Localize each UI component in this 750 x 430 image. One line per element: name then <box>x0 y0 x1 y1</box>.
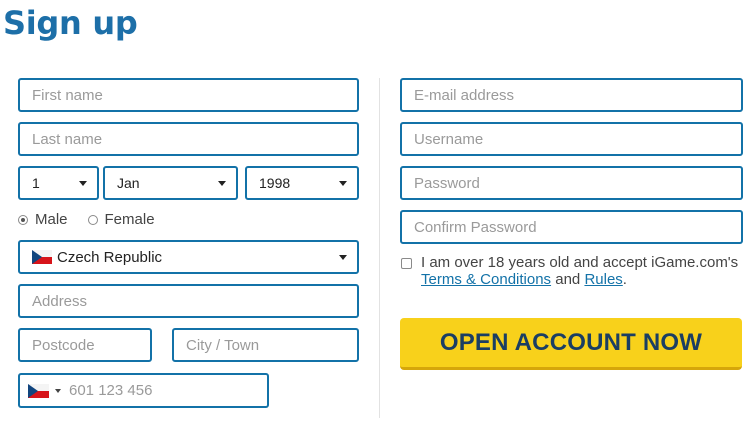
age-terms-checkbox[interactable] <box>401 258 412 269</box>
chevron-down-icon <box>218 181 226 186</box>
male-radio[interactable] <box>18 214 28 225</box>
dob-day-select[interactable]: 1 <box>18 166 99 200</box>
confirm-password-placeholder: Confirm Password <box>414 218 537 236</box>
terms-link[interactable]: Terms & Conditions <box>421 271 551 288</box>
country-value: Czech Republic <box>57 248 163 266</box>
last-name-placeholder: Last name <box>32 130 103 148</box>
postcode-placeholder: Postcode <box>32 336 95 354</box>
address-field[interactable]: Address <box>18 284 359 318</box>
czech-flag-icon <box>32 250 52 264</box>
dob-year-select[interactable]: 1998 <box>245 166 359 200</box>
last-name-field[interactable]: Last name <box>18 122 359 156</box>
consent-text: I am over 18 years old and accept iGame.… <box>421 254 739 271</box>
phone-placeholder: 601 123 456 <box>69 382 153 399</box>
consent-period: . <box>622 271 627 288</box>
gender-group: Male Female <box>18 211 155 228</box>
page-title: Sign up <box>3 4 138 42</box>
czech-flag-icon[interactable] <box>28 383 49 398</box>
rules-link[interactable]: Rules <box>584 271 622 288</box>
confirm-password-field[interactable]: Confirm Password <box>400 210 743 244</box>
password-field[interactable]: Password <box>400 166 743 200</box>
phone-field[interactable]: 601 123 456 <box>18 373 269 408</box>
chevron-down-icon <box>79 181 87 186</box>
chevron-down-icon <box>339 181 347 186</box>
column-divider <box>379 78 380 418</box>
dob-month-value: Jan <box>117 175 140 191</box>
first-name-placeholder: First name <box>32 86 103 104</box>
chevron-down-icon <box>339 255 347 260</box>
open-account-label: OPEN ACCOUNT NOW <box>439 328 703 356</box>
country-select[interactable]: Czech Republic <box>18 240 359 274</box>
city-field[interactable]: City / Town <box>172 328 359 362</box>
consent-and: and <box>551 271 585 288</box>
postcode-field[interactable]: Postcode <box>18 328 152 362</box>
dob-day-value: 1 <box>32 175 40 191</box>
dob-month-select[interactable]: Jan <box>103 166 238 200</box>
chevron-down-icon[interactable] <box>55 388 61 393</box>
female-radio[interactable] <box>87 214 98 225</box>
password-placeholder: Password <box>414 174 480 192</box>
email-placeholder: E-mail address <box>414 86 515 104</box>
username-field[interactable]: Username <box>400 122 743 156</box>
city-placeholder: City / Town <box>186 336 260 354</box>
address-placeholder: Address <box>32 292 88 310</box>
female-label[interactable]: Female <box>105 211 155 228</box>
dob-year-value: 1998 <box>259 175 291 191</box>
email-field[interactable]: E-mail address <box>400 78 743 112</box>
first-name-field[interactable]: First name <box>18 78 359 112</box>
username-placeholder: Username <box>414 130 484 148</box>
open-account-button[interactable]: OPEN ACCOUNT NOW <box>400 318 742 370</box>
male-label[interactable]: Male <box>35 211 68 228</box>
age-terms-text: I am over 18 years old and accept iGame.… <box>421 254 746 288</box>
